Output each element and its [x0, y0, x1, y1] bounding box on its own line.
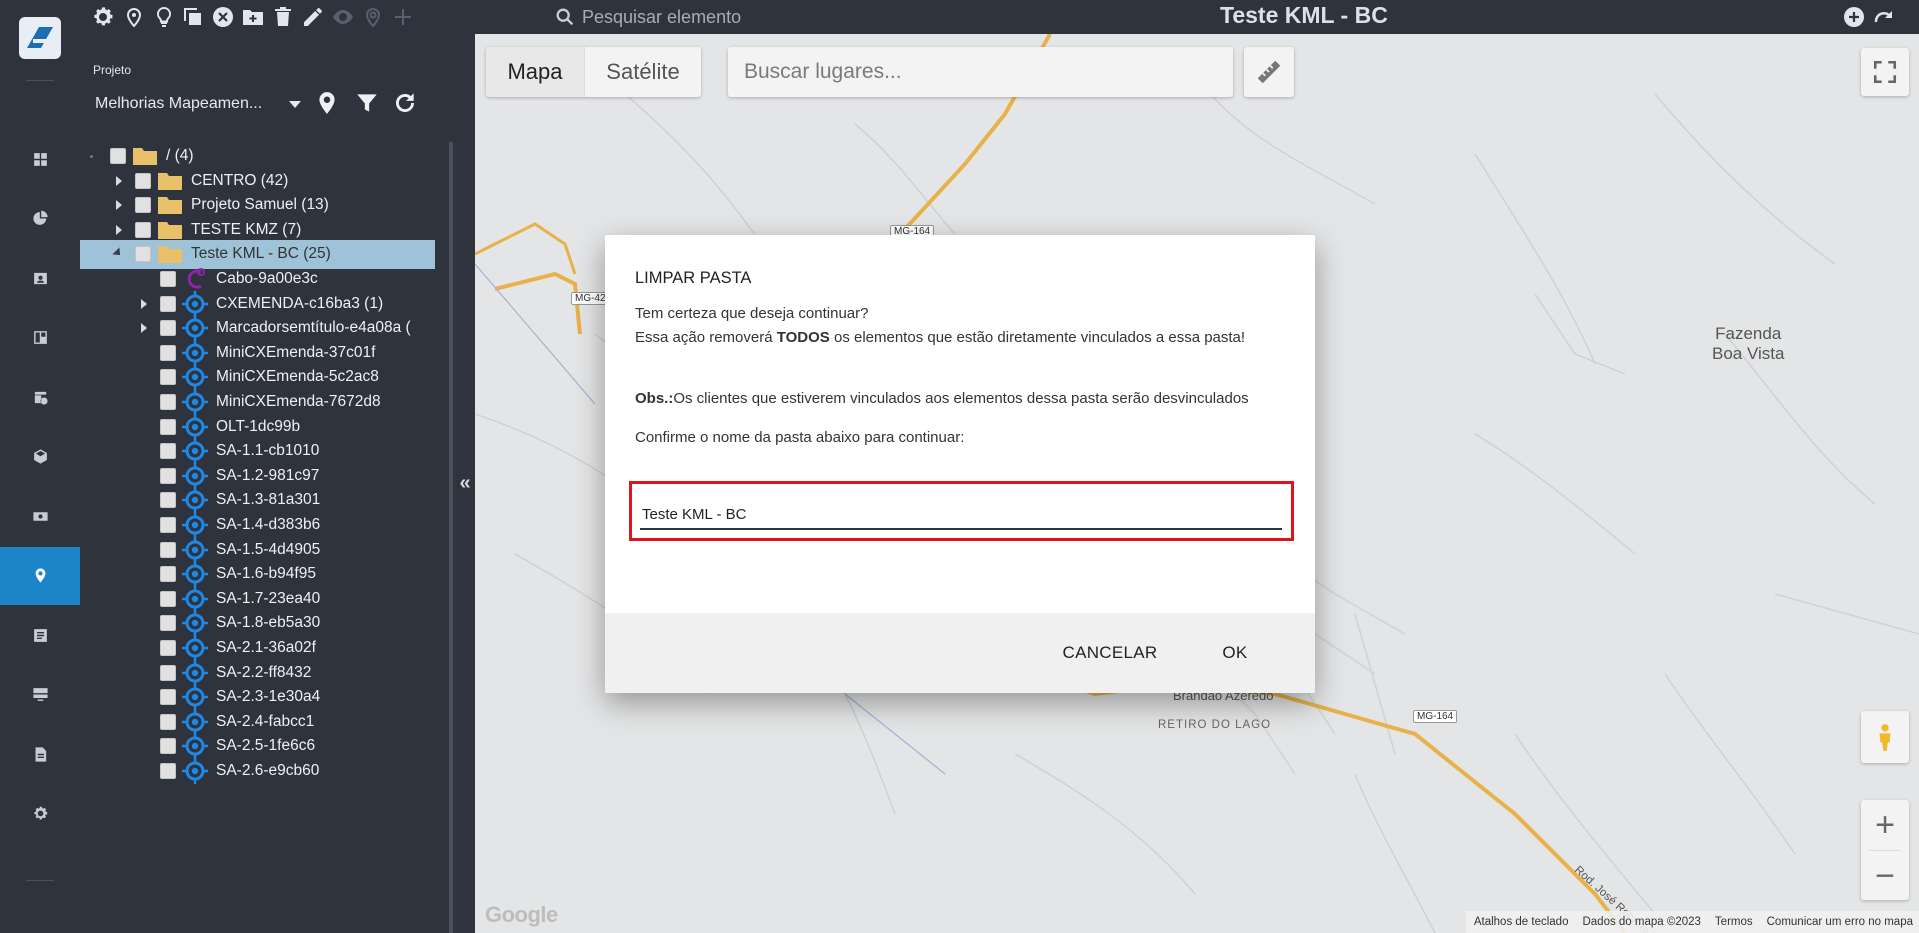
dialog-title: LIMPAR PASTA: [635, 269, 752, 287]
ok-button[interactable]: OK: [1205, 635, 1265, 671]
cancel-button[interactable]: CANCELAR: [1055, 635, 1165, 671]
dialog-warning: Essa ação removerá TODOS os elementos qu…: [635, 329, 1246, 346]
dialog-confirm-prompt: Confirme o nome da pasta abaixo para con…: [635, 429, 965, 446]
dialog-footer: CANCELAR OK: [605, 613, 1315, 693]
dialog-question: Tem certeza que deseja continuar?: [635, 305, 869, 322]
dialog-obs: Obs.:Os clientes que estiverem vinculado…: [635, 390, 1249, 407]
clear-folder-dialog: LIMPAR PASTA Tem certeza que deseja cont…: [605, 235, 1315, 693]
modal-overlay: LIMPAR PASTA Tem certeza que deseja cont…: [0, 0, 1919, 933]
confirm-highlight: [629, 481, 1294, 541]
folder-name-confirm-input[interactable]: [640, 492, 1282, 530]
